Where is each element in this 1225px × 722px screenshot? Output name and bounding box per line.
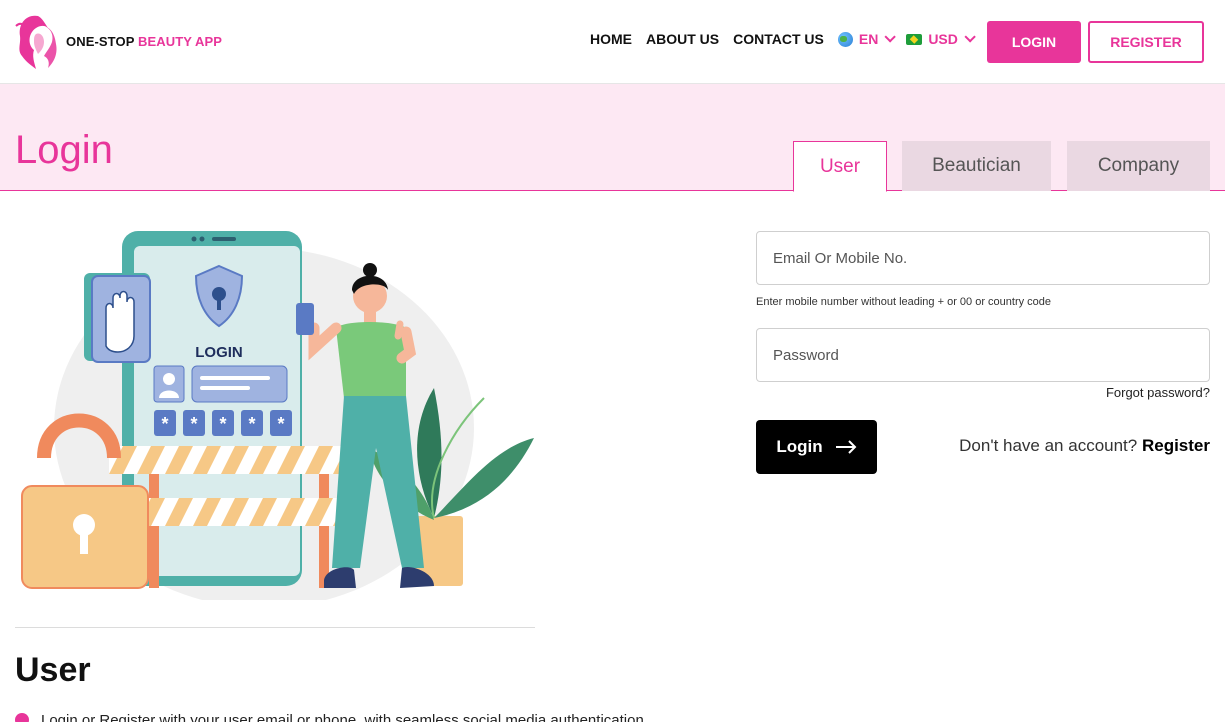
- arrow-right-icon: [835, 440, 857, 454]
- password-mask-char: *: [248, 414, 255, 434]
- illustration-login-label: LOGIN: [195, 344, 243, 361]
- brand-name: ONE-STOP BEAUTY APP: [66, 34, 222, 49]
- section-divider: [15, 627, 535, 628]
- no-account-text: Don't have an account?: [959, 436, 1138, 455]
- login-submit-button[interactable]: Login: [756, 420, 877, 474]
- tab-beautician[interactable]: Beautician: [902, 141, 1051, 191]
- password-mask-char: *: [219, 414, 226, 434]
- header-login-button[interactable]: LOGIN: [987, 21, 1081, 63]
- password-mask-group: * * * * *: [154, 410, 292, 436]
- login-submit-label: Login: [776, 437, 823, 456]
- tab-user[interactable]: User: [793, 141, 887, 192]
- currency-flag-icon: [906, 33, 923, 45]
- page-title: Login: [15, 128, 113, 172]
- nav-about-us[interactable]: ABOUT US: [646, 31, 719, 47]
- email-hint: Enter mobile number without leading + or…: [756, 296, 1052, 308]
- beauty-face-logo-icon: [15, 15, 57, 69]
- login-illustration: LOGIN * * * * *: [21, 231, 534, 600]
- section-title: User: [15, 651, 91, 689]
- password-mask-char: *: [161, 414, 168, 434]
- signup-prompt: Don't have an account? Register: [959, 436, 1210, 456]
- password-field[interactable]: [756, 328, 1210, 382]
- header-register-button[interactable]: REGISTER: [1088, 21, 1204, 63]
- globe-icon: [837, 31, 853, 47]
- language-value: EN: [858, 31, 879, 47]
- bullet-text: Login or Register with your user email o…: [41, 711, 644, 722]
- bullet-icon: [15, 713, 29, 722]
- register-link[interactable]: Register: [1142, 436, 1210, 455]
- language-selector[interactable]: EN: [837, 31, 897, 47]
- brand-name-part1: ONE-STOP: [66, 33, 135, 49]
- currency-value: USD: [928, 31, 958, 47]
- nav-contact-us[interactable]: CONTACT US: [733, 31, 824, 47]
- forgot-password-link[interactable]: Forgot password?: [1106, 385, 1210, 400]
- currency-selector[interactable]: USD: [906, 31, 976, 47]
- chevron-down-icon: [884, 31, 897, 43]
- site-header: ONE-STOP BEAUTY APP HOME ABOUT US CONTAC…: [0, 0, 1225, 84]
- nav-home[interactable]: HOME: [590, 31, 632, 47]
- brand-logo[interactable]: ONE-STOP BEAUTY APP: [14, 12, 222, 70]
- password-mask-char: *: [190, 414, 197, 434]
- password-mask-char: *: [277, 414, 284, 434]
- main-nav: HOME ABOUT US CONTACT US EN USD: [590, 31, 986, 47]
- brand-name-part2: BEAUTY APP: [137, 33, 223, 49]
- email-field[interactable]: [756, 231, 1210, 285]
- info-bullet: Login or Register with your user email o…: [15, 711, 695, 722]
- chevron-down-icon: [964, 31, 976, 43]
- tab-company[interactable]: Company: [1067, 141, 1210, 191]
- page-banner: Login User Beautician Company: [0, 84, 1225, 192]
